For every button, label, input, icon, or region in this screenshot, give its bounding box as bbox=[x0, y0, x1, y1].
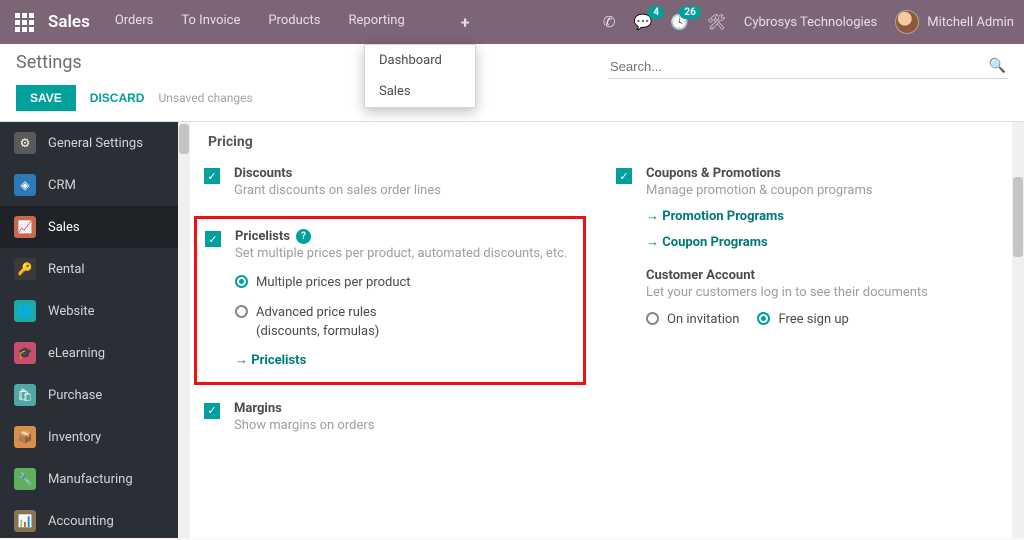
customer-account-desc: Let your customers log in to see their d… bbox=[646, 285, 998, 300]
pricelists-radio-advanced[interactable]: Advanced price rules (discounts, formula… bbox=[235, 303, 575, 342]
save-button[interactable]: SAVE bbox=[16, 85, 76, 111]
margins-checkbox[interactable]: ✓ bbox=[204, 403, 220, 419]
discounts-label: Discounts bbox=[234, 166, 586, 181]
wrench-icon: 🔧 bbox=[14, 468, 36, 490]
rental-icon: 🔑 bbox=[14, 258, 36, 280]
sidebar-item-inventory[interactable]: 📦Inventory bbox=[0, 416, 178, 458]
pricelists-label: Pricelists? bbox=[235, 229, 575, 244]
elearning-icon: 🎓 bbox=[14, 342, 36, 364]
pricelists-desc: Set multiple prices per product, automat… bbox=[235, 246, 575, 261]
pricelists-checkbox[interactable]: ✓ bbox=[205, 231, 221, 247]
chat-badge: 4 bbox=[648, 6, 664, 19]
sidebar-scrollbar[interactable] bbox=[178, 122, 190, 538]
customer-account-label: Customer Account bbox=[646, 268, 998, 283]
radio-icon bbox=[646, 312, 659, 325]
sales-icon: 📈 bbox=[14, 216, 36, 238]
settings-content: Pricing ✓ Discounts Grant discounts on s… bbox=[190, 122, 1012, 538]
dropdown-dashboard[interactable]: Dashboard bbox=[365, 45, 475, 76]
sidebar-item-website[interactable]: 🌐Website bbox=[0, 290, 178, 332]
company-name[interactable]: Cybrosys Technologies bbox=[744, 15, 877, 30]
reporting-dropdown: Dashboard Sales bbox=[364, 44, 476, 108]
nav-to-invoice[interactable]: To Invoice bbox=[181, 13, 240, 32]
tools-icon[interactable]: 🛠 bbox=[707, 13, 726, 31]
sidebar-item-accounting[interactable]: 📊Accounting bbox=[0, 500, 178, 538]
top-navbar: Sales Orders To Invoice Products Reporti… bbox=[0, 0, 1024, 44]
pricelists-radio-multiple[interactable]: Multiple prices per product bbox=[235, 273, 575, 293]
purchase-icon: 🛍 bbox=[14, 384, 36, 406]
nav-reporting[interactable]: Reporting bbox=[349, 13, 405, 32]
nav-orders[interactable]: Orders bbox=[115, 13, 154, 32]
sidebar-item-purchase[interactable]: 🛍Purchase bbox=[0, 374, 178, 416]
radio-icon bbox=[235, 275, 248, 288]
settings-sidebar: ⚙General Settings ◈CRM 📈Sales 🔑Rental 🌐W… bbox=[0, 122, 178, 538]
user-name: Mitchell Admin bbox=[927, 15, 1014, 30]
apps-menu-icon[interactable] bbox=[10, 8, 38, 36]
customer-radio-invitation[interactable]: On invitation bbox=[646, 310, 739, 330]
section-pricing-title: Pricing bbox=[208, 134, 998, 150]
accounting-icon: 📊 bbox=[14, 510, 36, 532]
setting-coupons: ✓ Coupons & Promotions Manage promotion … bbox=[616, 166, 998, 250]
pricelists-link[interactable]: Pricelists bbox=[235, 352, 575, 368]
discard-button[interactable]: DISCARD bbox=[90, 91, 145, 105]
margins-desc: Show margins on orders bbox=[234, 418, 586, 433]
chat-icon[interactable]: 💬4 bbox=[633, 13, 652, 31]
nav-add-icon[interactable]: + bbox=[461, 13, 470, 32]
dropdown-sales[interactable]: Sales bbox=[365, 76, 475, 107]
discounts-checkbox[interactable]: ✓ bbox=[204, 168, 220, 184]
setting-margins: ✓ Margins Show margins on orders bbox=[204, 401, 586, 433]
margins-label: Margins bbox=[234, 401, 586, 416]
search-input[interactable] bbox=[610, 59, 989, 74]
app-brand[interactable]: Sales bbox=[48, 12, 90, 32]
crm-icon: ◈ bbox=[14, 174, 36, 196]
setting-customer-account: Customer Account Let your customers log … bbox=[616, 268, 998, 330]
sidebar-item-elearning[interactable]: 🎓eLearning bbox=[0, 332, 178, 374]
activity-badge: 26 bbox=[679, 6, 700, 19]
radio-icon bbox=[235, 305, 248, 318]
setting-pricelists: ✓ Pricelists? Set multiple prices per pr… bbox=[205, 229, 575, 368]
help-icon[interactable]: ? bbox=[296, 229, 311, 244]
radio-icon bbox=[757, 312, 770, 325]
sidebar-item-crm[interactable]: ◈CRM bbox=[0, 164, 178, 206]
inventory-icon: 📦 bbox=[14, 426, 36, 448]
nav-products[interactable]: Products bbox=[268, 13, 320, 32]
sidebar-item-sales[interactable]: 📈Sales bbox=[0, 206, 178, 248]
coupons-checkbox[interactable]: ✓ bbox=[616, 168, 632, 184]
sidebar-item-general[interactable]: ⚙General Settings bbox=[0, 122, 178, 164]
user-menu[interactable]: Mitchell Admin bbox=[895, 10, 1014, 34]
customer-radio-freesignup[interactable]: Free sign up bbox=[757, 310, 848, 330]
setting-discounts: ✓ Discounts Grant discounts on sales ord… bbox=[204, 166, 586, 198]
gear-icon: ⚙ bbox=[14, 132, 36, 154]
user-avatar-icon bbox=[895, 10, 919, 34]
sidebar-item-manufacturing[interactable]: 🔧Manufacturing bbox=[0, 458, 178, 500]
globe-icon: 🌐 bbox=[14, 300, 36, 322]
search-icon[interactable]: 🔍 bbox=[989, 58, 1006, 74]
page-title: Settings bbox=[16, 52, 608, 73]
coupon-programs-link[interactable]: Coupon Programs bbox=[646, 234, 998, 250]
phone-icon[interactable]: ✆ bbox=[603, 13, 616, 31]
search-container: 🔍 bbox=[608, 54, 1008, 79]
promotion-programs-link[interactable]: Promotion Programs bbox=[646, 208, 998, 224]
unsaved-label: Unsaved changes bbox=[158, 91, 252, 105]
discounts-desc: Grant discounts on sales order lines bbox=[234, 183, 586, 198]
coupons-desc: Manage promotion & coupon programs bbox=[646, 183, 998, 198]
activity-icon[interactable]: 🕓26 bbox=[670, 13, 689, 31]
pricelists-highlight: ✓ Pricelists? Set multiple prices per pr… bbox=[194, 216, 586, 385]
coupons-label: Coupons & Promotions bbox=[646, 166, 998, 181]
sidebar-item-rental[interactable]: 🔑Rental bbox=[0, 248, 178, 290]
content-scrollbar[interactable] bbox=[1012, 122, 1024, 538]
control-panel: Settings SAVE DISCARD Unsaved changes 🔍 bbox=[0, 44, 1024, 122]
